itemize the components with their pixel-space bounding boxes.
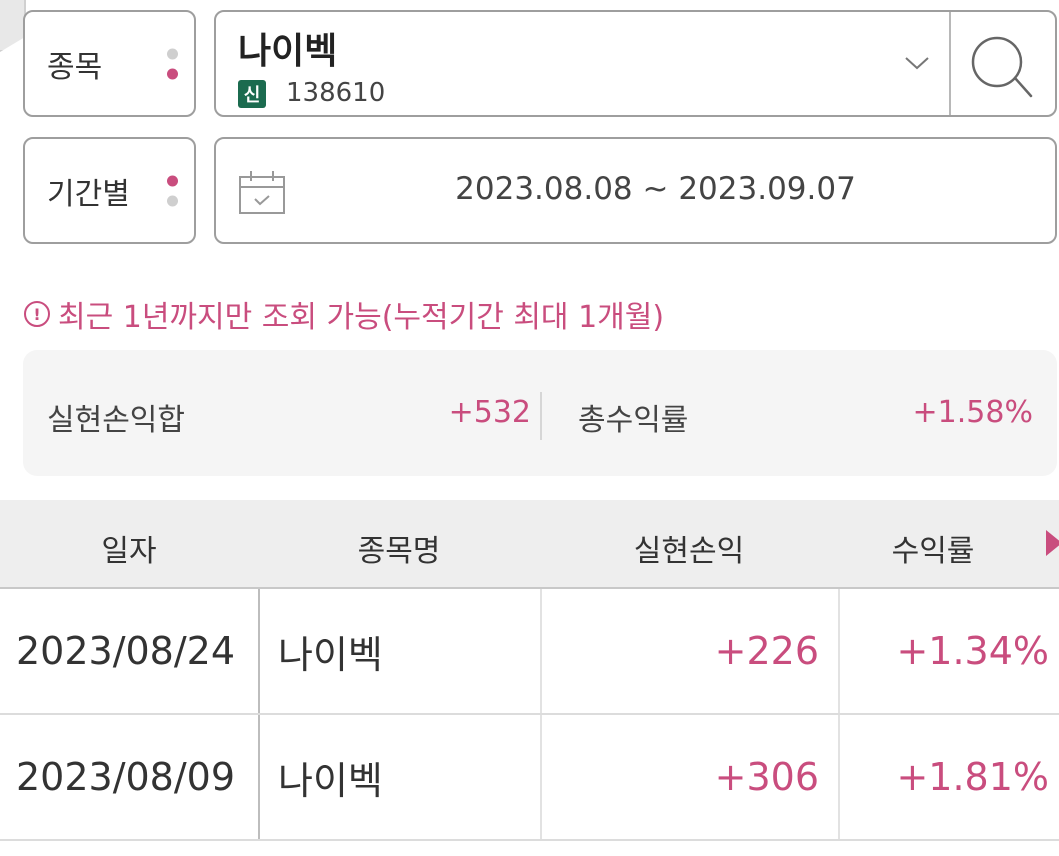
- date-range-text: 2023.08.08 ~ 2023.09.07: [455, 171, 856, 207]
- stock-selector[interactable]: 나이벡 신 138610: [214, 10, 1057, 117]
- stock-filter-label-text: 종목: [47, 49, 103, 85]
- realized-pl-label: 실현손익합: [47, 403, 185, 438]
- table-row[interactable]: 2023/08/24 나이벡 +226 +1.34%: [0, 589, 1059, 715]
- indicator-dot: [167, 195, 178, 206]
- period-filter-label[interactable]: 기간별: [23, 137, 196, 244]
- column-header-return-rate[interactable]: 수익률: [838, 526, 1028, 570]
- summary-divider: [540, 392, 542, 440]
- column-header-realized-pl[interactable]: 실현손익: [540, 526, 838, 570]
- stock-name: 나이벡: [238, 31, 338, 72]
- table-row[interactable]: 2023/08/09 나이벡 +306 +1.81%: [0, 715, 1059, 841]
- period-filter-label-text: 기간별: [47, 176, 130, 212]
- search-icon[interactable]: [951, 12, 1055, 115]
- column-divider: [838, 589, 840, 713]
- chevron-down-icon[interactable]: [902, 48, 932, 78]
- scroll-right-icon[interactable]: [1046, 530, 1059, 556]
- indicator-dot-active: [167, 175, 178, 186]
- stock-filter-indicator: [167, 48, 178, 79]
- row-realized-pl: +226: [714, 629, 819, 673]
- period-filter-indicator: [167, 175, 178, 206]
- new-listing-badge: 신: [238, 80, 266, 108]
- column-divider: [540, 589, 542, 713]
- row-stock-name: 나이벡: [278, 632, 383, 677]
- realized-pl-value: +532: [448, 395, 531, 430]
- column-divider: [540, 715, 542, 839]
- column-divider: [838, 715, 840, 839]
- indicator-dot: [167, 48, 178, 59]
- stock-filter-label[interactable]: 종목: [23, 10, 196, 117]
- row-realized-pl: +306: [714, 755, 819, 799]
- column-header-date[interactable]: 일자: [0, 526, 258, 570]
- summary-panel: 실현손익합 +532 총수익률 +1.58%: [23, 350, 1057, 476]
- row-date: 2023/08/09: [16, 755, 236, 799]
- row-return-rate: +1.34%: [896, 629, 1049, 673]
- date-range-picker[interactable]: 2023.08.08 ~ 2023.09.07: [214, 137, 1057, 244]
- row-return-rate: +1.81%: [896, 755, 1049, 799]
- row-stock-name: 나이벡: [278, 758, 383, 803]
- indicator-dot-active: [167, 68, 178, 79]
- column-header-stock-name[interactable]: 종목명: [258, 526, 540, 570]
- table-header: 일자 종목명 실현손익 수익률: [0, 500, 1059, 589]
- query-limit-notice: ! 최근 1년까지만 조회 가능(누적기간 최대 1개월): [24, 292, 664, 336]
- column-divider: [258, 715, 260, 839]
- total-return-label: 총수익률: [578, 403, 689, 438]
- row-date: 2023/08/24: [16, 629, 236, 673]
- notice-text: 최근 1년까지만 조회 가능(누적기간 최대 1개월): [58, 300, 665, 335]
- info-icon: !: [24, 301, 50, 327]
- total-return-value: +1.58%: [912, 395, 1033, 430]
- stock-code: 138610: [286, 78, 386, 108]
- column-divider: [258, 589, 260, 713]
